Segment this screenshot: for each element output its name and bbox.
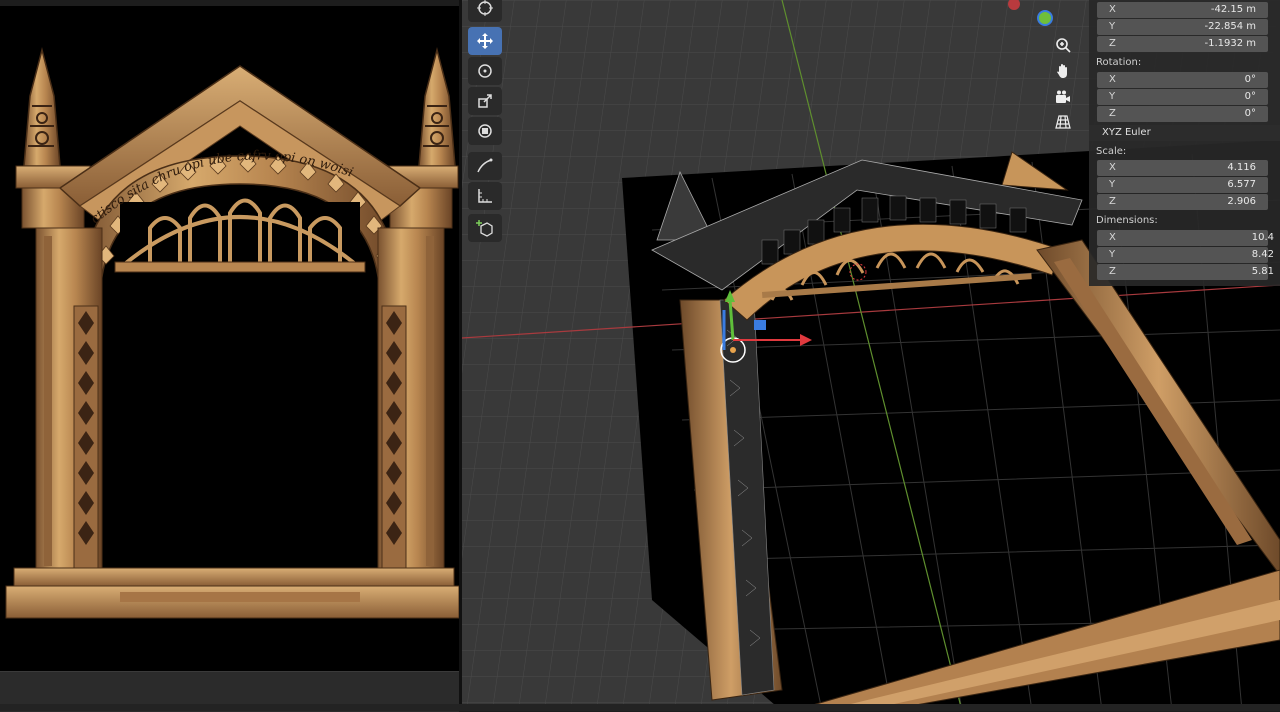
dimensions-z-axis: Z <box>1109 266 1116 277</box>
rotation-label: Rotation: <box>1096 57 1142 68</box>
zoom-icon <box>1056 38 1071 53</box>
rotation-mode-value: XYZ Euler <box>1102 127 1151 138</box>
rotation-z-field[interactable]: Z 0° <box>1097 106 1268 122</box>
annotate-icon <box>477 158 493 173</box>
dimensions-y-field[interactable]: Y 8.42 <box>1097 247 1274 263</box>
dimensions-x-value: 10.4 <box>1251 232 1274 243</box>
rotation-y-axis: Y <box>1109 91 1116 102</box>
location-y-axis: Y <box>1109 21 1116 32</box>
perspective-toggle-button[interactable] <box>1052 111 1074 133</box>
rotation-z-value: 0° <box>1244 108 1256 119</box>
annotate-tool[interactable] <box>468 152 502 180</box>
transform-tool[interactable] <box>468 117 502 145</box>
status-bar <box>0 704 1280 711</box>
camera-icon <box>1056 90 1070 103</box>
measure-icon <box>478 189 492 203</box>
scale-y-value: 6.577 <box>1227 179 1256 190</box>
location-x-axis: X <box>1109 4 1116 15</box>
scale-x-value: 4.116 <box>1227 162 1256 173</box>
scale-y-field[interactable]: Y 6.577 <box>1097 177 1268 193</box>
scale-x-axis: X <box>1109 162 1116 173</box>
transform-icon <box>478 124 492 138</box>
dimensions-y-value: 8.42 <box>1251 249 1274 260</box>
image-editor-area: ctisco sita chru opi ube cafrv opi on wo… <box>0 0 460 712</box>
dimensions-z-field[interactable]: Z 5.81 <box>1097 264 1274 280</box>
measure-tool[interactable] <box>468 182 502 210</box>
location-x-value: -42.15 m <box>1210 4 1256 15</box>
rotation-y-value: 0° <box>1244 91 1256 102</box>
dimensions-x-axis: X <box>1109 232 1116 243</box>
scale-z-value: 2.906 <box>1227 196 1256 207</box>
add-cube-icon <box>476 220 493 237</box>
dimensions-y-axis: Y <box>1109 249 1116 260</box>
rotate-tool[interactable] <box>468 57 502 85</box>
scale-label: Scale: <box>1096 146 1127 157</box>
rotation-x-value: 0° <box>1244 74 1256 85</box>
rotation-x-field[interactable]: X 0° <box>1097 72 1268 88</box>
rotation-z-axis: Z <box>1109 108 1116 119</box>
add-cube-tool[interactable] <box>468 214 502 242</box>
rotate-icon <box>478 64 492 78</box>
camera-view-button[interactable] <box>1052 86 1074 108</box>
location-x-field[interactable]: X -42.15 m <box>1097 2 1268 18</box>
dimensions-x-field[interactable]: X 10.4 <box>1097 230 1274 246</box>
scale-x-field[interactable]: X 4.116 <box>1097 160 1268 176</box>
location-z-axis: Z <box>1109 38 1116 49</box>
location-y-field[interactable]: Y -22.854 m <box>1097 19 1268 35</box>
move-tool[interactable] <box>468 27 502 55</box>
scale-z-axis: Z <box>1109 196 1116 207</box>
rotation-x-axis: X <box>1109 74 1116 85</box>
dimensions-label: Dimensions: <box>1096 215 1158 226</box>
scale-z-field[interactable]: Z 2.906 <box>1097 194 1268 210</box>
mirror-of-erised-reference-image: ctisco sita chru opi ube cafrv opi on wo… <box>5 47 460 619</box>
cursor-tool[interactable] <box>468 0 502 22</box>
scale-icon <box>478 94 492 108</box>
transform-properties-panel: X -42.15 m Y -22.854 m Z -1.1932 m Rotat… <box>1089 0 1280 286</box>
reference-image-canvas[interactable]: ctisco sita chru opi ube cafrv opi on wo… <box>0 6 460 671</box>
scale-y-axis: Y <box>1109 179 1116 190</box>
rotation-mode-dropdown[interactable]: XYZ Euler <box>1089 125 1280 141</box>
location-z-value: -1.1932 m <box>1204 38 1256 49</box>
move-icon <box>477 33 493 49</box>
scale-tool[interactable] <box>468 87 502 115</box>
hand-icon <box>1057 64 1067 78</box>
rotation-y-field[interactable]: Y 0° <box>1097 89 1268 105</box>
zoom-button[interactable] <box>1052 34 1074 56</box>
pan-button[interactable] <box>1052 60 1074 82</box>
nav-gizmo-y <box>1037 10 1053 26</box>
grid-perspective-icon <box>1055 115 1071 129</box>
location-y-value: -22.854 m <box>1204 21 1256 32</box>
location-z-field[interactable]: Z -1.1932 m <box>1097 36 1268 52</box>
dimensions-z-value: 5.81 <box>1251 266 1274 277</box>
cursor-icon <box>477 0 493 16</box>
